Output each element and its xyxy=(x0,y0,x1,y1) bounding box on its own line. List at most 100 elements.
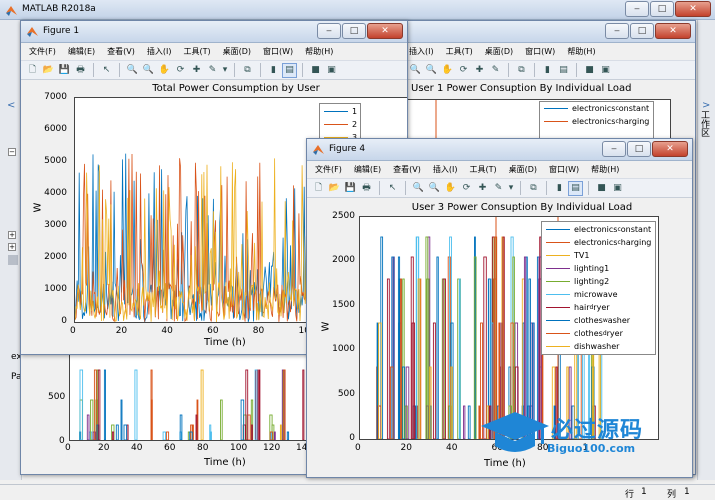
fig2-colorbar-icon[interactable]: ▮ xyxy=(541,64,554,77)
status-row-value: 1 xyxy=(641,487,647,497)
fig2-plot-title: User 1 Power Consuption By Individual Lo… xyxy=(411,83,632,94)
rotate-3d-icon[interactable]: ⟳ xyxy=(174,64,187,77)
fig4-menu-window[interactable]: 窗口(W) xyxy=(549,164,579,175)
show-plot-tools-icon[interactable]: ▣ xyxy=(325,64,338,77)
tree-expand-icon-1[interactable]: + xyxy=(8,231,16,239)
new-figure-icon[interactable]: 🗋 xyxy=(26,64,39,77)
figure-2-close-button[interactable]: ✕ xyxy=(655,23,691,39)
fig1-legend-item-0: 1 xyxy=(320,105,360,118)
fig4-print-icon[interactable]: 🖶 xyxy=(360,182,373,195)
fig4-menu-tools[interactable]: 工具(T) xyxy=(469,164,496,175)
fig4-legend-swatch-1 xyxy=(546,242,570,243)
fig4-pan-icon[interactable]: ✋ xyxy=(444,182,457,195)
fig4-link-plot-icon[interactable]: ⧉ xyxy=(527,182,540,195)
fig1-ytick-1: 1000 xyxy=(44,284,67,294)
fig4-edit-plot-arrow-icon[interactable]: ↖ xyxy=(386,182,399,195)
fig4-new-figure-icon[interactable]: 🗋 xyxy=(312,182,325,195)
hide-plot-tools-icon[interactable]: ■ xyxy=(309,64,322,77)
menu-file[interactable]: 文件(F) xyxy=(29,46,56,57)
brush-dropdown-icon[interactable]: ▾ xyxy=(222,64,228,77)
main-minimize-button[interactable]: ‒ xyxy=(625,1,649,17)
fig2-brush-icon[interactable]: ✎ xyxy=(489,64,502,77)
fig2-legend-icon[interactable]: ▤ xyxy=(557,64,570,77)
menu-help[interactable]: 帮助(H) xyxy=(305,46,333,57)
fig4-insert-legend-icon[interactable]: ▤ xyxy=(568,180,583,196)
link-plot-icon[interactable]: ⧉ xyxy=(241,64,254,77)
fig4-menu-view[interactable]: 查看(V) xyxy=(393,164,421,175)
main-close-button[interactable]: ✕ xyxy=(675,1,711,17)
fig4-xtick-2: 40 xyxy=(446,443,458,453)
figure-2-minimize-button[interactable]: ‒ xyxy=(605,23,629,39)
left-collapse-arrow-icon[interactable]: < xyxy=(7,100,15,111)
fig2-hide-tools-icon[interactable]: ■ xyxy=(583,64,596,77)
open-file-icon[interactable]: 📂 xyxy=(42,64,55,77)
menu-insert[interactable]: 插入(I) xyxy=(147,46,172,57)
tree-collapse-icon-1[interactable]: − xyxy=(8,148,16,156)
data-cursor-icon[interactable]: ✚ xyxy=(190,64,203,77)
fig4-menu-help[interactable]: 帮助(H) xyxy=(591,164,619,175)
fig4-xtick-1: 20 xyxy=(400,443,412,453)
insert-legend-icon[interactable]: ▤ xyxy=(282,62,297,78)
fig2-zoom-out-icon[interactable]: 🔍 xyxy=(425,64,438,77)
fig4-menu-desktop[interactable]: 桌面(D) xyxy=(509,164,537,175)
fig2-menu-insert[interactable]: 插入(I) xyxy=(409,46,434,57)
fig4-legend-label-1: electronics xyxy=(574,238,618,247)
brush-icon[interactable]: ✎ xyxy=(206,64,219,77)
edit-plot-arrow-icon[interactable]: ↖ xyxy=(100,64,113,77)
fig4-menu-insert[interactable]: 插入(I) xyxy=(433,164,458,175)
figure-1-maximize-button[interactable]: □ xyxy=(342,23,366,39)
menu-tools[interactable]: 工具(T) xyxy=(183,46,210,57)
fig4-rotate-3d-icon[interactable]: ⟳ xyxy=(460,182,473,195)
fig2-zoom-in-icon[interactable]: 🔍 xyxy=(409,64,422,77)
workspace-panel-label[interactable]: 工作区 xyxy=(699,110,711,137)
figure-4-maximize-button[interactable]: □ xyxy=(627,141,651,157)
fig2-pan-icon[interactable]: ✋ xyxy=(441,64,454,77)
figure-4-minimize-button[interactable]: ‒ xyxy=(602,141,626,157)
menu-edit[interactable]: 编辑(E) xyxy=(68,46,95,57)
fig2-link-icon[interactable]: ⧉ xyxy=(515,64,528,77)
pan-icon[interactable]: ✋ xyxy=(158,64,171,77)
menu-desktop[interactable]: 桌面(D) xyxy=(223,46,251,57)
figure-1-icon xyxy=(27,27,38,37)
print-icon[interactable]: 🖶 xyxy=(74,64,87,77)
fig2-rotate-icon[interactable]: ⟳ xyxy=(457,64,470,77)
fig4-legend-item-1: electronics c harging xyxy=(542,236,655,249)
menu-view[interactable]: 查看(V) xyxy=(107,46,135,57)
fig1-ytick-5: 5000 xyxy=(44,156,67,166)
zoom-in-icon[interactable]: 🔍 xyxy=(126,64,139,77)
fig4-show-plot-tools-icon[interactable]: ▣ xyxy=(611,182,624,195)
fig4-data-cursor-icon[interactable]: ✚ xyxy=(476,182,489,195)
figure-4-toolbar: 🗋 📂 💾 🖶 ↖ 🔍 🔍 ✋ ⟳ ✚ ✎ ▾ ⧉ ▮ ▤ ■ ▣ xyxy=(307,178,692,198)
fig2-menu-window[interactable]: 窗口(W) xyxy=(525,46,555,57)
fig4-open-file-icon[interactable]: 📂 xyxy=(328,182,341,195)
fig4-brush-dropdown-icon[interactable]: ▾ xyxy=(508,182,514,195)
fig4-save-icon[interactable]: 💾 xyxy=(344,182,357,195)
tree-expand-icon-2[interactable]: + xyxy=(8,243,16,251)
fig2-menu-help[interactable]: 帮助(H) xyxy=(567,46,595,57)
fig4-legend-swatch-8 xyxy=(546,333,570,334)
fig4-legend-label-0: electronics xyxy=(574,225,618,234)
figure-1-close-button[interactable]: ✕ xyxy=(367,23,403,39)
fig1-xtick-3: 60 xyxy=(207,326,219,336)
figure-2-maximize-button[interactable]: □ xyxy=(630,23,654,39)
fig2-show-tools-icon[interactable]: ▣ xyxy=(599,64,612,77)
zoom-out-icon[interactable]: 🔍 xyxy=(142,64,155,77)
fig4-insert-colorbar-icon[interactable]: ▮ xyxy=(553,182,566,195)
fig4-menu-edit[interactable]: 编辑(E) xyxy=(354,164,381,175)
main-maximize-button[interactable]: □ xyxy=(650,1,674,17)
fig4-menu-file[interactable]: 文件(F) xyxy=(315,164,342,175)
fig2-datacursor-icon[interactable]: ✚ xyxy=(473,64,486,77)
insert-colorbar-icon[interactable]: ▮ xyxy=(267,64,280,77)
fig4-zoom-in-icon[interactable]: 🔍 xyxy=(412,182,425,195)
fig2-menu-tools[interactable]: 工具(T) xyxy=(446,46,473,57)
fig2-menu-desktop[interactable]: 桌面(D) xyxy=(485,46,513,57)
toolbar-separator-2 xyxy=(119,63,120,77)
save-icon[interactable]: 💾 xyxy=(58,64,71,77)
menu-window[interactable]: 窗口(W) xyxy=(263,46,293,57)
fig4-zoom-out-icon[interactable]: 🔍 xyxy=(428,182,441,195)
left-scrollbar[interactable] xyxy=(8,255,18,265)
figure-4-close-button[interactable]: ✕ xyxy=(652,141,688,157)
figure-1-minimize-button[interactable]: ‒ xyxy=(317,23,341,39)
fig4-brush-icon[interactable]: ✎ xyxy=(492,182,505,195)
fig4-hide-plot-tools-icon[interactable]: ■ xyxy=(595,182,608,195)
